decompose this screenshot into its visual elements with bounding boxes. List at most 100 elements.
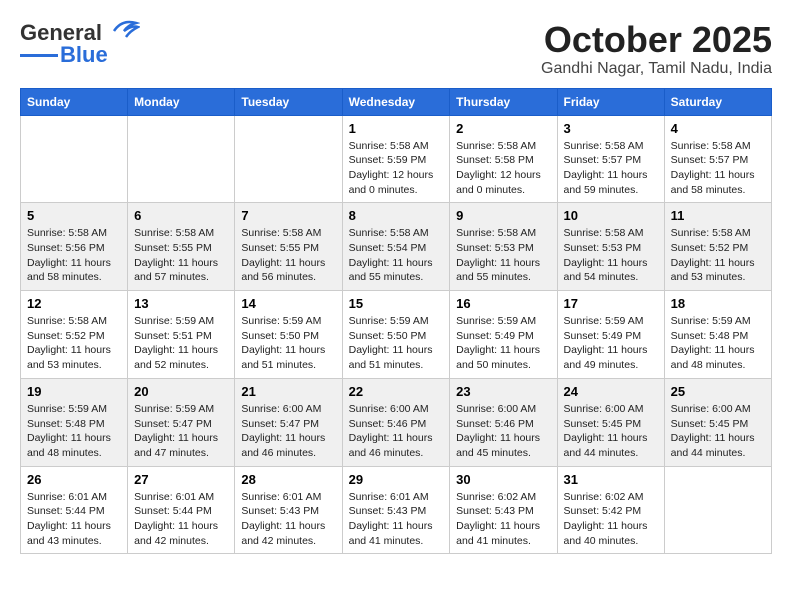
- calendar-cell: 26 Sunrise: 6:01 AMSunset: 5:44 PMDayligh…: [21, 466, 128, 554]
- day-number: 9: [456, 208, 550, 223]
- day-info: Sunrise: 5:59 AMSunset: 5:49 PMDaylight:…: [564, 314, 658, 373]
- logo-bird-icon: [104, 17, 140, 45]
- calendar-table: SundayMondayTuesdayWednesdayThursdayFrid…: [20, 88, 772, 555]
- weekday-header-thursday: Thursday: [450, 88, 557, 115]
- day-number: 31: [564, 472, 658, 487]
- day-number: 22: [349, 384, 444, 399]
- calendar-cell: 14 Sunrise: 5:59 AMSunset: 5:50 PMDayligh…: [235, 291, 342, 379]
- month-title: October 2025: [541, 20, 772, 60]
- calendar-cell: [235, 115, 342, 203]
- weekday-header-friday: Friday: [557, 88, 664, 115]
- calendar-cell: [664, 466, 771, 554]
- calendar-week-1: 1Sunrise: 5:58 AMSunset: 5:59 PMDaylight…: [21, 115, 772, 203]
- day-number: 24: [564, 384, 658, 399]
- day-info: Sunrise: 5:58 AMSunset: 5:55 PMDaylight:…: [241, 226, 335, 285]
- day-info: Sunrise: 5:59 AMSunset: 5:50 PMDaylight:…: [349, 314, 444, 373]
- calendar-cell: 13 Sunrise: 5:59 AMSunset: 5:51 PMDayligh…: [128, 291, 235, 379]
- calendar-cell: 6Sunrise: 5:58 AMSunset: 5:55 PMDaylight…: [128, 203, 235, 291]
- weekday-header-tuesday: Tuesday: [235, 88, 342, 115]
- day-info: Sunrise: 6:02 AMSunset: 5:43 PMDaylight:…: [456, 490, 550, 549]
- calendar-cell: 8 Sunrise: 5:58 AMSunset: 5:54 PMDaylight…: [342, 203, 450, 291]
- calendar-cell: 9 Sunrise: 5:58 AMSunset: 5:53 PMDaylight…: [450, 203, 557, 291]
- calendar-cell: 7 Sunrise: 5:58 AMSunset: 5:55 PMDaylight…: [235, 203, 342, 291]
- weekday-header-wednesday: Wednesday: [342, 88, 450, 115]
- day-number: 27: [134, 472, 228, 487]
- day-info: Sunrise: 5:59 AMSunset: 5:47 PMDaylight:…: [134, 402, 228, 461]
- day-info: Sunrise: 5:59 AMSunset: 5:48 PMDaylight:…: [27, 402, 121, 461]
- day-info: Sunrise: 5:59 AMSunset: 5:49 PMDaylight:…: [456, 314, 550, 373]
- day-info: Sunrise: 5:58 AMSunset: 5:54 PMDaylight:…: [349, 226, 444, 285]
- day-number: 12: [27, 296, 121, 311]
- calendar-cell: 5 Sunrise: 5:58 AMSunset: 5:56 PMDaylight…: [21, 203, 128, 291]
- day-info: Sunrise: 5:58 AMSunset: 5:58 PMDaylight:…: [456, 139, 550, 198]
- weekday-header-saturday: Saturday: [664, 88, 771, 115]
- calendar-cell: 4Sunrise: 5:58 AMSunset: 5:57 PMDaylight…: [664, 115, 771, 203]
- day-info: Sunrise: 6:01 AMSunset: 5:43 PMDaylight:…: [349, 490, 444, 549]
- day-number: 4: [671, 121, 765, 136]
- day-info: Sunrise: 5:58 AMSunset: 5:53 PMDaylight:…: [456, 226, 550, 285]
- calendar-cell: 31Sunrise: 6:02 AMSunset: 5:42 PMDayligh…: [557, 466, 664, 554]
- weekday-header-monday: Monday: [128, 88, 235, 115]
- calendar-cell: 2 Sunrise: 5:58 AMSunset: 5:58 PMDaylight…: [450, 115, 557, 203]
- day-number: 8: [349, 208, 444, 223]
- calendar-cell: 10 Sunrise: 5:58 AMSunset: 5:53 PMDayligh…: [557, 203, 664, 291]
- day-number: 30: [456, 472, 550, 487]
- day-info: Sunrise: 5:59 AMSunset: 5:48 PMDaylight:…: [671, 314, 765, 373]
- calendar-week-2: 5 Sunrise: 5:58 AMSunset: 5:56 PMDaylight…: [21, 203, 772, 291]
- title-block: October 2025 Gandhi Nagar, Tamil Nadu, I…: [541, 20, 772, 78]
- calendar-cell: 11 Sunrise: 5:58 AMSunset: 5:52 PMDayligh…: [664, 203, 771, 291]
- day-number: 5: [27, 208, 121, 223]
- calendar-header-row: SundayMondayTuesdayWednesdayThursdayFrid…: [21, 88, 772, 115]
- day-number: 16: [456, 296, 550, 311]
- calendar-cell: 24 Sunrise: 6:00 AMSunset: 5:45 PMDayligh…: [557, 378, 664, 466]
- day-number: 1: [349, 121, 444, 136]
- calendar-cell: 21Sunrise: 6:00 AMSunset: 5:47 PMDayligh…: [235, 378, 342, 466]
- day-number: 11: [671, 208, 765, 223]
- location-title: Gandhi Nagar, Tamil Nadu, India: [541, 60, 772, 78]
- day-info: Sunrise: 5:58 AMSunset: 5:53 PMDaylight:…: [564, 226, 658, 285]
- calendar-cell: 30 Sunrise: 6:02 AMSunset: 5:43 PMDayligh…: [450, 466, 557, 554]
- weekday-header-sunday: Sunday: [21, 88, 128, 115]
- calendar-cell: 19 Sunrise: 5:59 AMSunset: 5:48 PMDayligh…: [21, 378, 128, 466]
- day-number: 21: [241, 384, 335, 399]
- calendar-cell: 15Sunrise: 5:59 AMSunset: 5:50 PMDayligh…: [342, 291, 450, 379]
- day-info: Sunrise: 5:59 AMSunset: 5:51 PMDaylight:…: [134, 314, 228, 373]
- day-number: 23: [456, 384, 550, 399]
- day-info: Sunrise: 5:58 AMSunset: 5:57 PMDaylight:…: [564, 139, 658, 198]
- day-number: 2: [456, 121, 550, 136]
- day-number: 7: [241, 208, 335, 223]
- day-number: 14: [241, 296, 335, 311]
- day-number: 26: [27, 472, 121, 487]
- day-number: 6: [134, 208, 228, 223]
- calendar-cell: 29Sunrise: 6:01 AMSunset: 5:43 PMDayligh…: [342, 466, 450, 554]
- calendar-cell: 17 Sunrise: 5:59 AMSunset: 5:49 PMDayligh…: [557, 291, 664, 379]
- day-info: Sunrise: 6:01 AMSunset: 5:43 PMDaylight:…: [241, 490, 335, 549]
- day-number: 17: [564, 296, 658, 311]
- calendar-cell: 12 Sunrise: 5:58 AMSunset: 5:52 PMDayligh…: [21, 291, 128, 379]
- calendar-cell: 28 Sunrise: 6:01 AMSunset: 5:43 PMDayligh…: [235, 466, 342, 554]
- calendar-week-5: 26 Sunrise: 6:01 AMSunset: 5:44 PMDayligh…: [21, 466, 772, 554]
- day-info: Sunrise: 5:58 AMSunset: 5:52 PMDaylight:…: [671, 226, 765, 285]
- day-info: Sunrise: 5:58 AMSunset: 5:52 PMDaylight:…: [27, 314, 121, 373]
- day-number: 28: [241, 472, 335, 487]
- day-info: Sunrise: 6:01 AMSunset: 5:44 PMDaylight:…: [27, 490, 121, 549]
- day-number: 3: [564, 121, 658, 136]
- calendar-cell: 23Sunrise: 6:00 AMSunset: 5:46 PMDayligh…: [450, 378, 557, 466]
- day-info: Sunrise: 6:00 AMSunset: 5:45 PMDaylight:…: [671, 402, 765, 461]
- day-info: Sunrise: 6:01 AMSunset: 5:44 PMDaylight:…: [134, 490, 228, 549]
- day-info: Sunrise: 6:00 AMSunset: 5:45 PMDaylight:…: [564, 402, 658, 461]
- calendar-week-4: 19 Sunrise: 5:59 AMSunset: 5:48 PMDayligh…: [21, 378, 772, 466]
- day-number: 20: [134, 384, 228, 399]
- calendar-cell: 20 Sunrise: 5:59 AMSunset: 5:47 PMDayligh…: [128, 378, 235, 466]
- calendar-cell: 18 Sunrise: 5:59 AMSunset: 5:48 PMDayligh…: [664, 291, 771, 379]
- day-number: 10: [564, 208, 658, 223]
- day-info: Sunrise: 5:59 AMSunset: 5:50 PMDaylight:…: [241, 314, 335, 373]
- page-header: General Blue October 2025 Gandhi Nagar, …: [20, 20, 772, 78]
- calendar-cell: [128, 115, 235, 203]
- day-number: 18: [671, 296, 765, 311]
- day-number: 19: [27, 384, 121, 399]
- day-number: 25: [671, 384, 765, 399]
- day-number: 13: [134, 296, 228, 311]
- day-info: Sunrise: 5:58 AMSunset: 5:56 PMDaylight:…: [27, 226, 121, 285]
- calendar-cell: 1Sunrise: 5:58 AMSunset: 5:59 PMDaylight…: [342, 115, 450, 203]
